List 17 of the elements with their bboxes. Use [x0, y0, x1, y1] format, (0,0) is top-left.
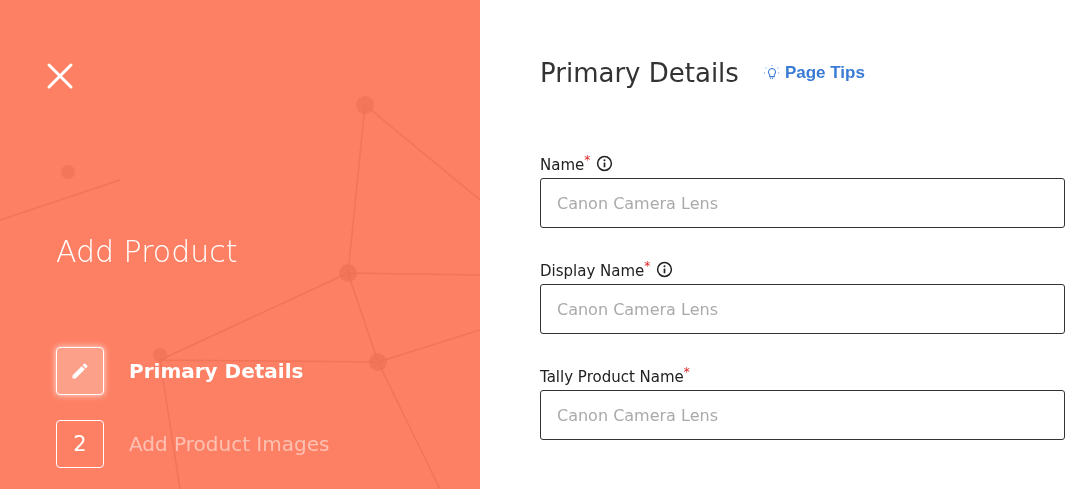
input-field[interactable]: Canon Camera Lens — [540, 178, 1065, 228]
step-label[interactable]: Add Product Images — [129, 432, 330, 456]
form-heading: Primary Details — [540, 58, 739, 88]
close-icon — [46, 62, 74, 90]
lightbulb-icon — [762, 64, 781, 82]
pencil-icon — [70, 361, 90, 381]
info-icon[interactable] — [656, 260, 674, 278]
sidebar-title: Add Product — [56, 234, 239, 269]
step-number: 2 — [73, 432, 87, 456]
info-icon[interactable] — [596, 154, 614, 172]
page-tips-link[interactable]: Page Tips — [762, 63, 865, 83]
field-label: Name$^{*}$ — [540, 152, 591, 174]
field-label: Display Name$^{*}$ — [540, 258, 651, 280]
input-field[interactable]: Canon Camera Lens — [540, 390, 1065, 440]
input-field[interactable]: Canon Camera Lens — [540, 284, 1065, 334]
field-label: Tally Product Name$^{*}$ — [540, 364, 690, 386]
step-label[interactable]: Primary Details — [129, 359, 304, 383]
